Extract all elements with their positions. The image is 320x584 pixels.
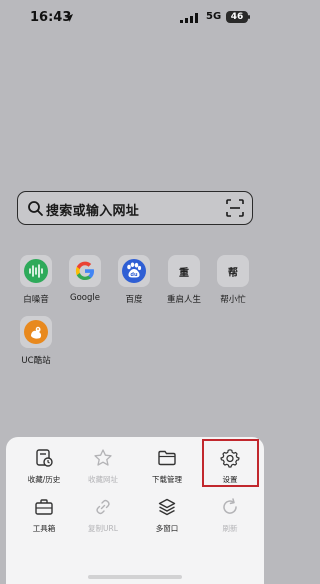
letter-tile: 帮 xyxy=(217,255,249,287)
menu-item-copy-url[interactable]: 复制URL xyxy=(73,497,133,557)
menu-label: 收藏网址 xyxy=(88,475,118,484)
google-icon xyxy=(75,261,94,280)
shortcut-label: UC酷站 xyxy=(21,356,51,366)
signal-icon xyxy=(180,13,198,23)
shortcut-baidu[interactable]: du 百度 xyxy=(111,255,157,305)
settings-highlight-box xyxy=(202,439,259,487)
layers-icon xyxy=(158,498,176,516)
shortcut-help-busy[interactable]: 帮 帮小忙 xyxy=(210,255,256,305)
refresh-icon xyxy=(223,498,237,514)
home-indicator xyxy=(88,575,182,579)
status-bar: 16:43 5G 46 xyxy=(0,0,270,36)
search-icon xyxy=(28,201,43,216)
baidu-tile: du xyxy=(118,255,150,287)
shortcut-label: 帮小忙 xyxy=(220,295,246,305)
shortcut-white-noise[interactable]: 白噪音 xyxy=(13,255,59,305)
search-bar[interactable]: 搜索或输入网址 xyxy=(17,191,253,225)
shortcut-restart-life[interactable]: 重 重启人生 xyxy=(161,255,207,305)
uc-tile xyxy=(20,316,52,348)
menu-label: 下载管理 xyxy=(152,475,182,484)
menu-label: 工具箱 xyxy=(32,524,56,533)
network-type: 5G xyxy=(206,11,222,22)
white-noise-icon xyxy=(24,259,48,283)
uc-squirrel-icon xyxy=(24,320,48,344)
battery-indicator: 46 xyxy=(226,11,248,23)
svg-text:du: du xyxy=(130,272,138,278)
menu-label: 收藏/历史 xyxy=(27,475,61,484)
shortcut-label: 重启人生 xyxy=(166,295,201,305)
shortcut-uc-site[interactable]: UC酷站 xyxy=(13,316,59,366)
google-tile xyxy=(69,255,101,287)
shortcut-label: 白噪音 xyxy=(23,295,49,305)
letter-tile: 重 xyxy=(168,255,200,287)
star-icon xyxy=(94,449,112,466)
scan-icon[interactable] xyxy=(225,198,245,218)
menu-label: 刷新 xyxy=(222,524,238,533)
folder-icon xyxy=(158,450,176,466)
toolbox-icon xyxy=(35,499,53,515)
link-icon xyxy=(96,499,110,515)
location-arrow-icon xyxy=(65,14,73,22)
battery-tip xyxy=(248,15,250,19)
shortcut-google[interactable]: Google xyxy=(62,255,108,303)
menu-item-refresh[interactable]: 刷新 xyxy=(200,497,260,557)
menu-item-multi-window[interactable]: 多窗口 xyxy=(137,497,197,557)
menu-item-toolbox[interactable]: 工具箱 xyxy=(14,497,74,557)
white-noise-tile xyxy=(20,255,52,287)
shortcut-label: 百度 xyxy=(125,295,143,305)
menu-label: 多窗口 xyxy=(155,524,179,533)
shortcut-label: Google xyxy=(70,293,100,303)
search-placeholder: 搜索或输入网址 xyxy=(46,204,140,219)
history-icon xyxy=(36,449,53,467)
menu-label: 复制URL xyxy=(88,524,118,533)
baidu-icon: du xyxy=(122,259,146,283)
